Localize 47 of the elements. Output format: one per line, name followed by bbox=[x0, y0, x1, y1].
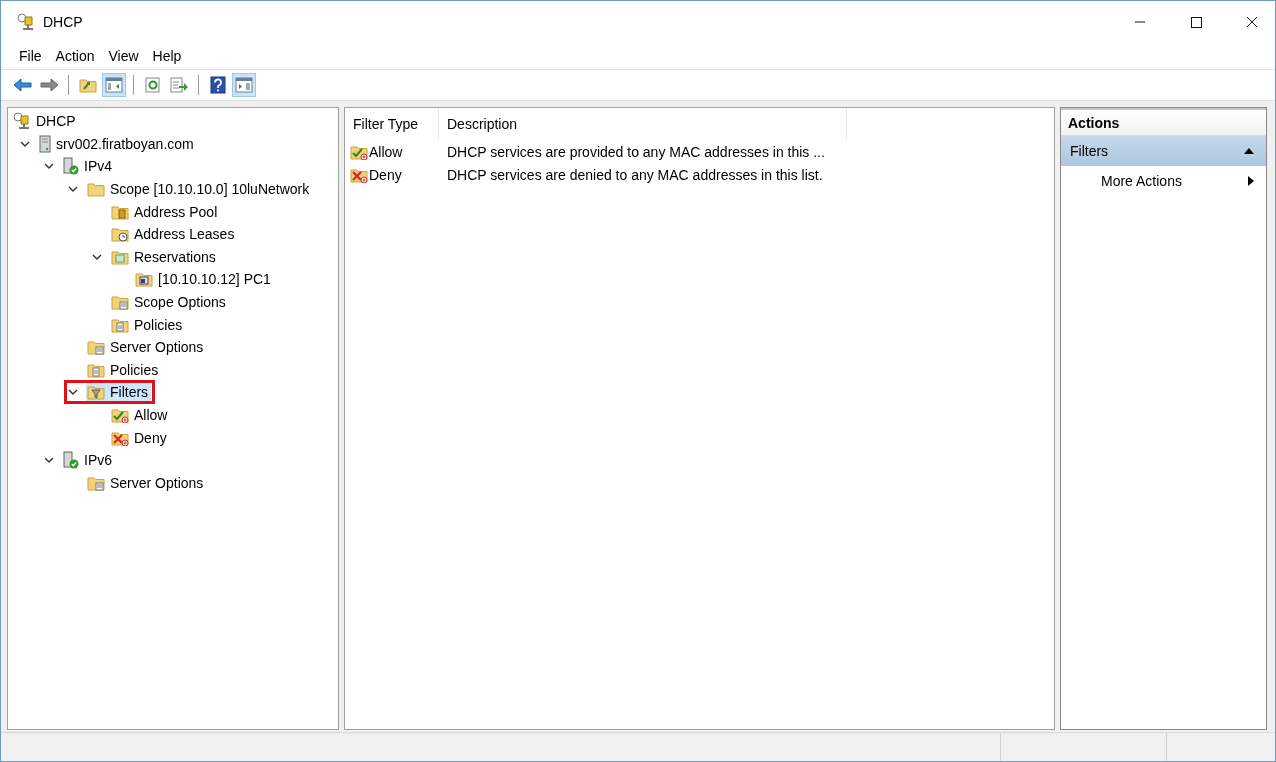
tree-item[interactable]: [10.10.10.12] PC1 bbox=[134, 270, 274, 289]
tree-item[interactable]: Allow bbox=[110, 406, 171, 424]
filter-type-cell[interactable]: Deny bbox=[369, 166, 402, 183]
chevron-icon[interactable] bbox=[68, 185, 78, 194]
chevron-icon[interactable] bbox=[44, 456, 54, 465]
tree-item[interactable]: Policies bbox=[110, 315, 186, 334]
allow-icon bbox=[111, 407, 129, 423]
tree-item[interactable]: Policies bbox=[86, 360, 162, 379]
server-icon bbox=[39, 134, 51, 153]
tree-item[interactable]: Scope [10.10.10.0] 10luNetwork bbox=[86, 180, 313, 199]
collapse-icon bbox=[1244, 148, 1254, 154]
description-cell-text: DHCP services are provided to any MAC addresses in this ... bbox=[446, 143, 826, 160]
deny-icon bbox=[111, 429, 129, 446]
tree-item[interactable]: Filters bbox=[86, 383, 152, 402]
chevron-icon[interactable] bbox=[20, 139, 30, 148]
chevron-icon[interactable] bbox=[92, 252, 102, 261]
filter-icon bbox=[87, 384, 105, 401]
chevron-icon[interactable] bbox=[68, 388, 78, 397]
description-cell-text: DHCP services are denied to any MAC addresses in this list. bbox=[446, 166, 824, 183]
allow-icon bbox=[350, 143, 368, 160]
tree-item[interactable]: IPv4 bbox=[62, 156, 115, 177]
column-header[interactable]: Filter Type bbox=[345, 108, 439, 140]
tree-item[interactable]: DHCP bbox=[12, 111, 79, 132]
tree-item[interactable]: Scope Options bbox=[110, 293, 229, 312]
menu-item[interactable]: View bbox=[102, 46, 145, 66]
menu-item[interactable]: File bbox=[13, 46, 48, 66]
action-pane-icon[interactable] bbox=[232, 73, 256, 97]
tree-item[interactable]: Server Options bbox=[86, 338, 207, 357]
tree-item[interactable]: IPv6 bbox=[62, 450, 115, 471]
console-tree-icon[interactable] bbox=[102, 73, 126, 97]
actions-section-header[interactable]: Filters bbox=[1061, 136, 1266, 166]
tree-item[interactable]: Server Options bbox=[86, 473, 207, 492]
chevron-icon[interactable] bbox=[44, 162, 54, 171]
action-link[interactable]: More Actions bbox=[1101, 173, 1182, 189]
column-header[interactable]: Description bbox=[439, 108, 847, 140]
tree-item[interactable]: Address Leases bbox=[110, 225, 238, 244]
window-title: DHCP bbox=[43, 14, 83, 30]
tree-item[interactable]: Address Pool bbox=[110, 202, 221, 221]
tree-item[interactable]: Reservations bbox=[110, 247, 219, 266]
tree-item[interactable]: Deny bbox=[110, 428, 170, 447]
actions-header: Actions bbox=[1061, 108, 1266, 136]
deny-icon bbox=[350, 166, 368, 183]
tree-item[interactable]: srv002.firatboyan.com bbox=[38, 133, 197, 154]
filter-type-cell[interactable]: Allow bbox=[369, 143, 403, 160]
folder-icon bbox=[87, 181, 105, 198]
menu-item[interactable]: Action bbox=[49, 46, 101, 66]
menu-item[interactable]: Help bbox=[146, 46, 188, 66]
